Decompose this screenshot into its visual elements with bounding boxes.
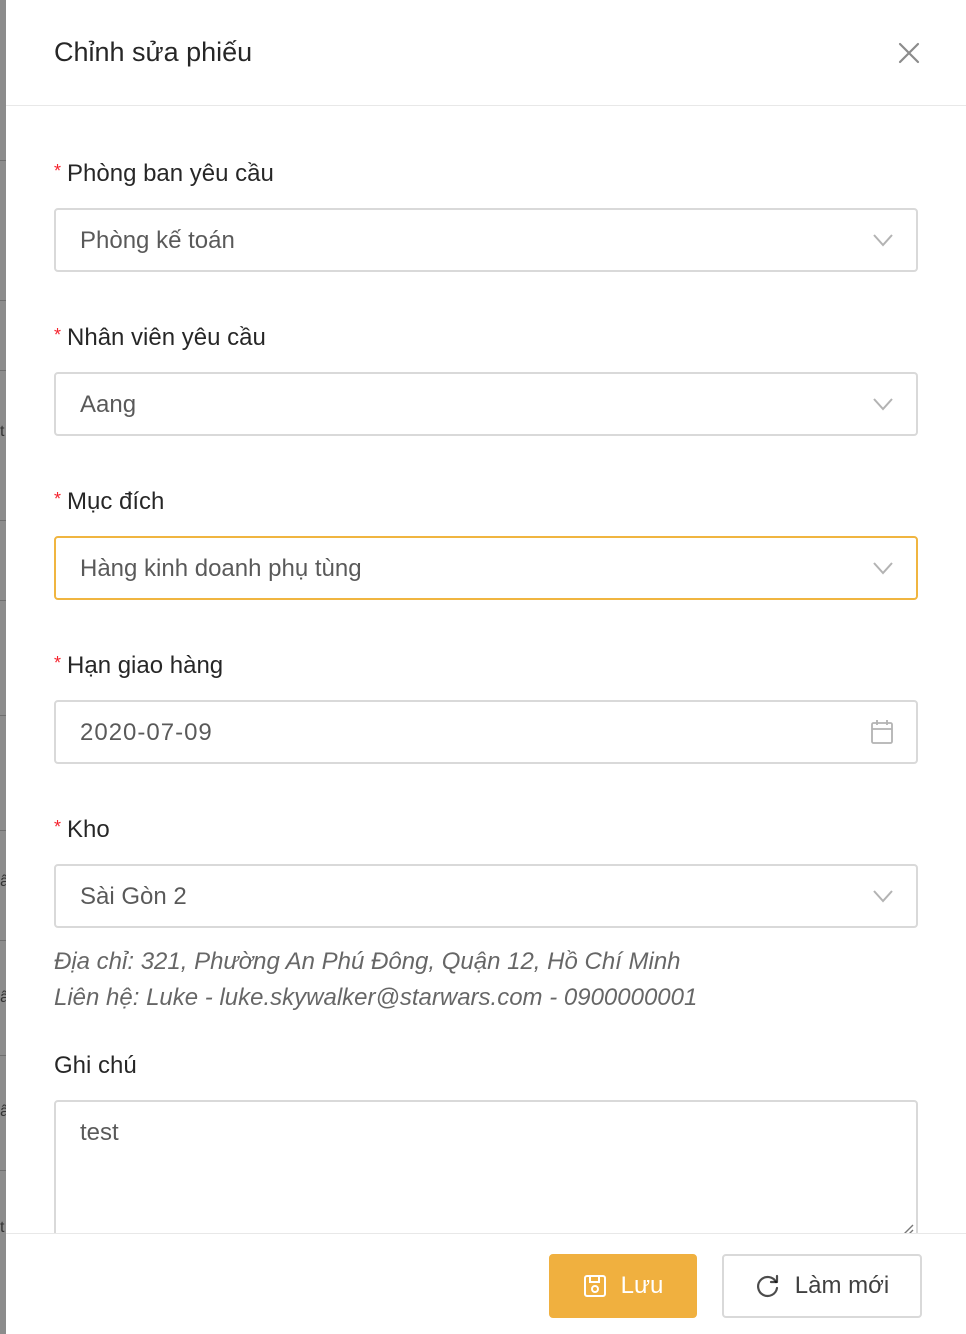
note-value: test (80, 1119, 119, 1146)
drawer-footer: Lưu Làm mới (6, 1233, 966, 1334)
reset-button[interactable]: Làm mới (722, 1254, 922, 1318)
department-select[interactable]: Phòng kế toán (54, 208, 918, 272)
purpose-select[interactable]: Hàng kinh doanh phụ tùng (54, 536, 918, 600)
resize-handle-icon[interactable] (898, 1220, 914, 1233)
reset-label: Làm mới (794, 1272, 890, 1299)
deadline-value: 2020-07-09 (80, 719, 213, 746)
save-label: Lưu (620, 1272, 664, 1299)
required-mark: * (54, 489, 62, 509)
employee-select[interactable]: Aang (54, 372, 918, 436)
drawer-title: Chỉnh sửa phiếu (54, 37, 253, 67)
chevron-down-icon (873, 234, 893, 247)
reload-icon (756, 1274, 778, 1298)
warehouse-value: Sài Gòn 2 (80, 883, 187, 910)
department-value: Phòng kế toán (80, 227, 235, 254)
drawer-header: Chỉnh sửa phiếu (6, 0, 966, 106)
required-mark: * (54, 325, 62, 345)
close-icon (898, 42, 920, 64)
close-button[interactable] (894, 38, 924, 68)
employee-label: * Nhân viên yêu cầu (54, 324, 266, 351)
save-icon (583, 1275, 606, 1297)
note-textarea[interactable]: test (54, 1100, 918, 1233)
chevron-down-icon (873, 890, 893, 903)
drawer-body: * Phòng ban yêu cầu Phòng kế toán * Nhân v… (6, 107, 966, 1233)
purpose-value: Hàng kinh doanh phụ tùng (80, 555, 362, 582)
warehouse-address: Địa chỉ: 321, Phường An Phú Đông, Quận 1… (54, 948, 681, 975)
warehouse-select[interactable]: Sài Gòn 2 (54, 864, 918, 928)
chevron-down-icon (873, 398, 893, 411)
chevron-down-icon (873, 562, 893, 575)
required-mark: * (54, 653, 62, 673)
employee-value: Aang (80, 391, 137, 418)
warehouse-label: * Kho (54, 816, 110, 843)
calendar-icon (871, 720, 893, 744)
required-mark: * (54, 817, 62, 837)
deadline-label: * Hạn giao hàng (54, 652, 224, 679)
purpose-label: * Mục đích (54, 488, 165, 515)
required-mark: * (54, 161, 62, 181)
save-button[interactable]: Lưu (549, 1254, 697, 1318)
department-label: * Phòng ban yêu cầu (54, 160, 274, 187)
edit-drawer: Chỉnh sửa phiếu * Phòng ban yêu cầu Phòng… (6, 0, 966, 1334)
warehouse-contact: Liên hệ: Luke - luke.skywalker@starwars.… (54, 984, 698, 1011)
deadline-datepicker[interactable]: 2020-07-09 (54, 700, 918, 764)
note-label: Ghi chú (54, 1052, 137, 1079)
